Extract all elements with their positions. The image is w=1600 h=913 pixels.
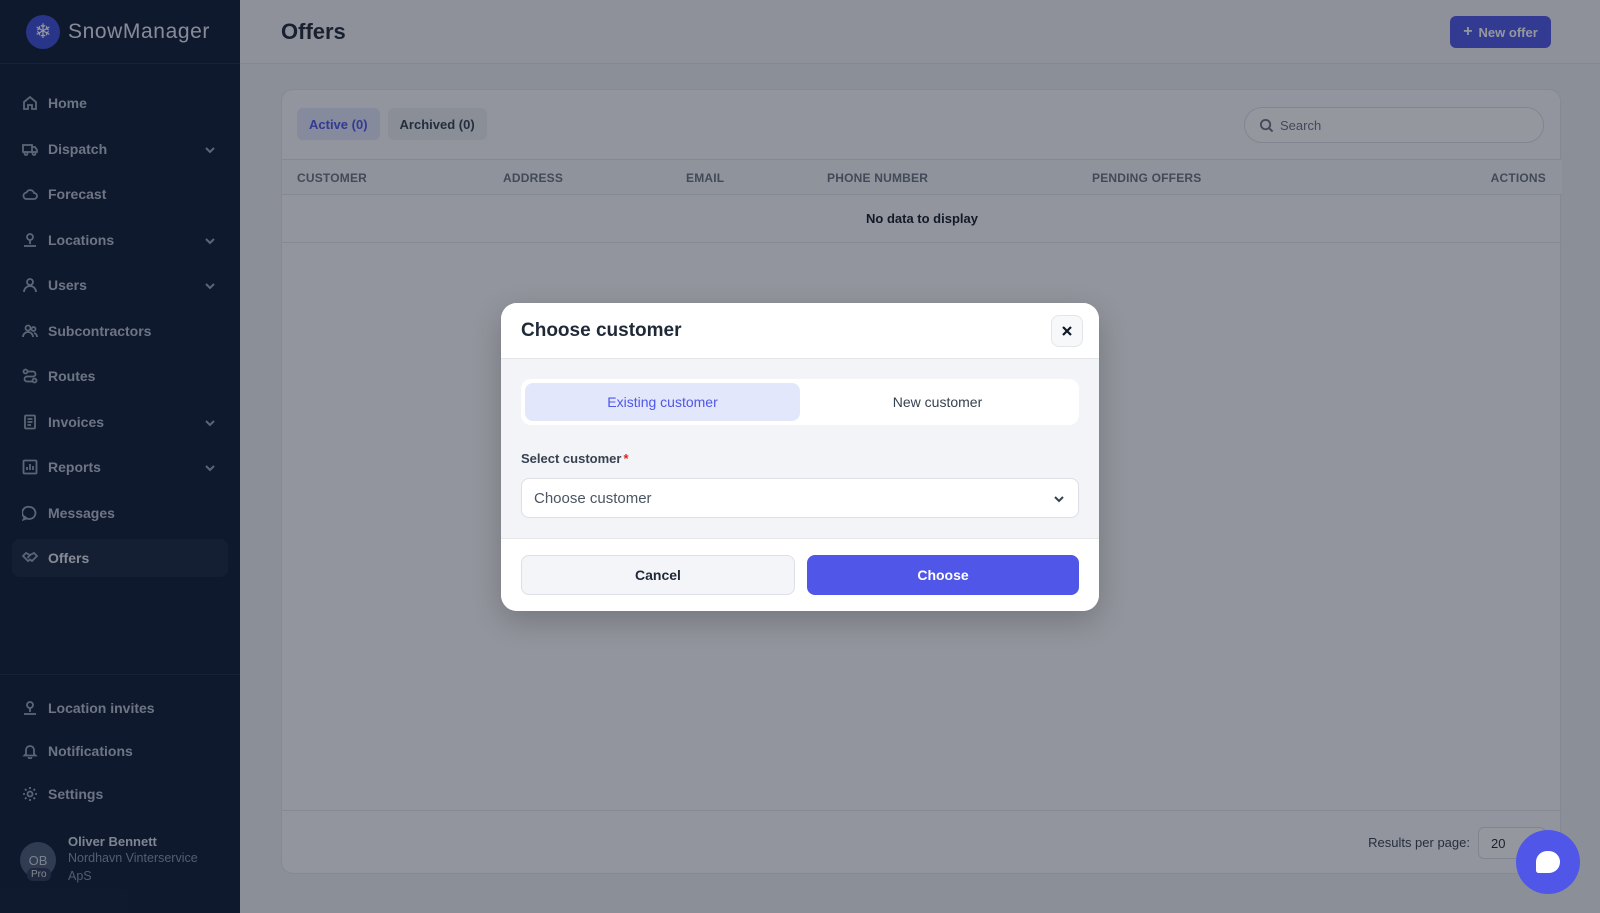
customer-select-placeholder: Choose customer [534,489,652,507]
chat-bubble-icon [1536,851,1560,873]
new-customer-option[interactable]: New customer [800,383,1075,421]
required-mark: * [623,451,629,466]
cancel-button[interactable]: Cancel [521,555,795,595]
customer-type-toggle: Existing customer New customer [521,379,1079,425]
choose-customer-modal: Choose customer Existing customer New cu… [501,303,1099,611]
existing-customer-option[interactable]: Existing customer [525,383,800,421]
customer-select[interactable]: Choose customer [521,478,1079,518]
chevron-down-icon [1052,492,1066,506]
select-customer-label-text: Select customer [521,451,622,466]
modal-header: Choose customer [501,303,1099,359]
close-button[interactable] [1051,315,1083,347]
choose-button[interactable]: Choose [807,555,1079,595]
modal-footer: Cancel Choose [501,538,1099,611]
chat-launcher-button[interactable] [1516,830,1580,894]
close-icon [1062,326,1072,336]
select-customer-label: Select customer * [521,451,629,466]
modal-title: Choose customer [521,319,682,341]
